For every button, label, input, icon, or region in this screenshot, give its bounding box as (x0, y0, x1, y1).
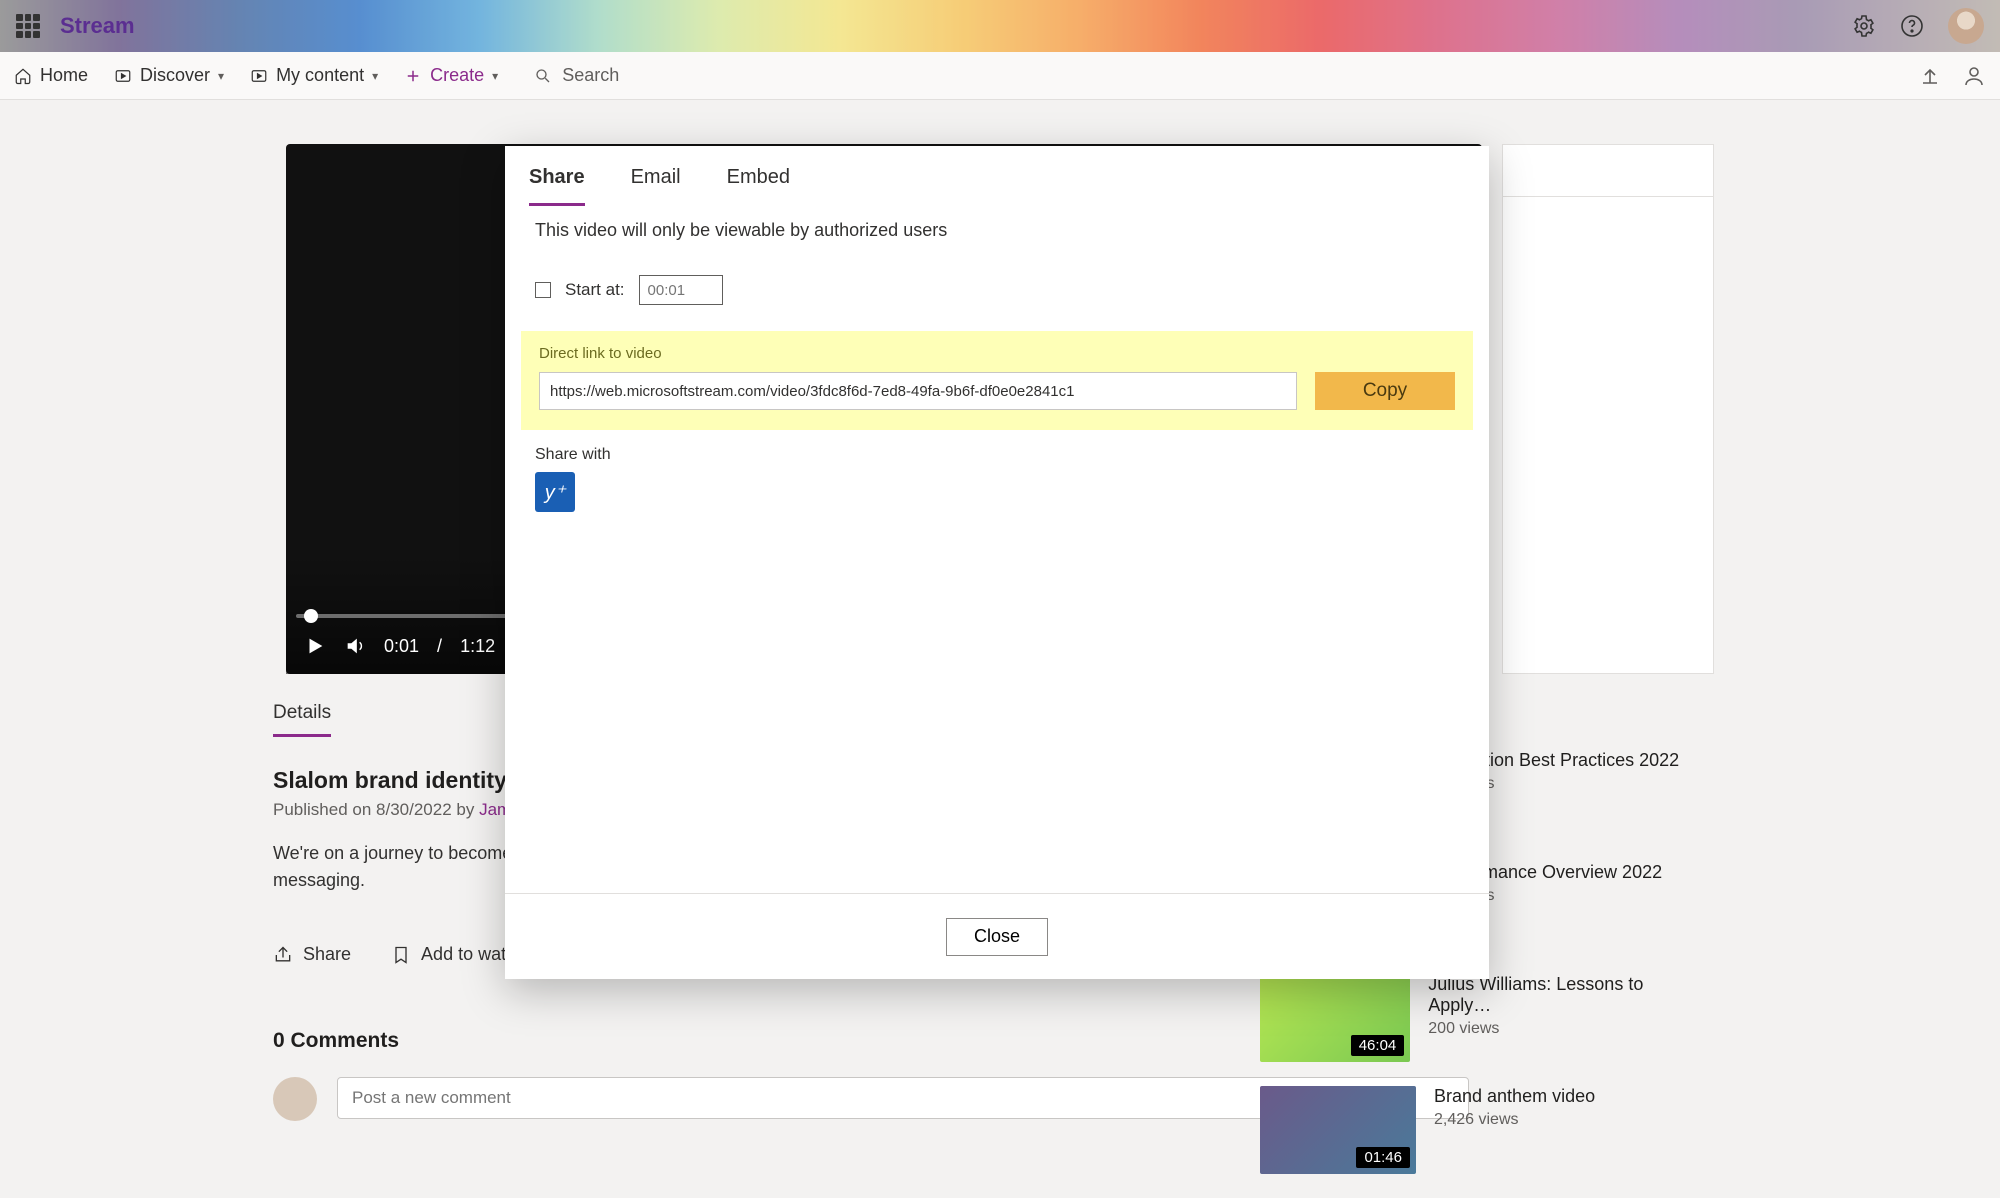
avatar[interactable] (1948, 8, 1984, 44)
thumbnail: 01:46 (1260, 1086, 1416, 1174)
search-icon (534, 67, 552, 85)
related-item[interactable]: 01:46 Brand anthem video 2,426 views (1260, 1086, 1700, 1174)
tab-email[interactable]: Email (631, 166, 681, 206)
gear-icon[interactable] (1852, 14, 1876, 38)
avatar (273, 1077, 317, 1121)
app-banner: Stream (0, 0, 2000, 52)
play-box-icon (114, 67, 132, 85)
related-item[interactable]: 46:04 Julius Williams: Lessons to Apply…… (1260, 974, 1700, 1062)
app-launcher-icon[interactable] (16, 14, 40, 38)
transcript-pane (1502, 144, 1714, 674)
volume-icon[interactable] (344, 635, 366, 657)
time-sep: / (437, 636, 442, 657)
startat-label: Start at: (565, 280, 625, 300)
startat-input[interactable] (639, 275, 723, 305)
share-notice: This video will only be viewable by auth… (535, 220, 1459, 241)
chevron-down-icon: ▾ (218, 69, 224, 83)
nav-discover-label: Discover (140, 65, 210, 86)
nav-mycontent-label: My content (276, 65, 364, 86)
share-dialog: Share Email Embed This video will only b… (505, 146, 1489, 979)
thumbnail: 46:04 (1260, 974, 1410, 1062)
brand-name[interactable]: Stream (60, 13, 135, 39)
tab-details[interactable]: Details (273, 702, 331, 737)
tab-embed[interactable]: Embed (727, 166, 790, 206)
tab-share[interactable]: Share (529, 166, 585, 206)
share-button[interactable]: Share (273, 944, 351, 965)
sharewith-label: Share with (535, 446, 1459, 464)
nav-create-label: Create (430, 65, 484, 86)
upload-icon[interactable] (1918, 64, 1942, 88)
play-icon[interactable] (304, 635, 326, 657)
chevron-down-icon: ▾ (492, 69, 498, 83)
link-block: Direct link to video Copy (521, 331, 1473, 430)
startat-checkbox[interactable] (535, 282, 551, 298)
nav-discover[interactable]: Discover ▾ (114, 65, 224, 86)
nav-create[interactable]: Create ▾ (404, 65, 498, 86)
nav-home[interactable]: Home (14, 65, 88, 86)
time-current: 0:01 (384, 636, 419, 657)
copy-button[interactable]: Copy (1315, 372, 1455, 410)
yammer-icon[interactable]: y⁺ (535, 472, 575, 512)
nav-bar: Home Discover ▾ My content ▾ Create ▾ Se… (0, 52, 2000, 100)
link-input[interactable] (539, 372, 1297, 410)
help-icon[interactable] (1900, 14, 1924, 38)
play-box-icon (250, 67, 268, 85)
person-icon[interactable] (1962, 64, 1986, 88)
time-total: 1:12 (460, 636, 495, 657)
bookmark-icon (391, 945, 411, 965)
link-label: Direct link to video (539, 345, 1455, 362)
close-button[interactable]: Close (946, 918, 1048, 956)
plus-icon (404, 67, 422, 85)
search-input[interactable]: Search (534, 65, 619, 86)
share-icon (273, 945, 293, 965)
nav-home-label: Home (40, 65, 88, 86)
home-icon (14, 67, 32, 85)
chevron-down-icon: ▾ (372, 69, 378, 83)
search-placeholder: Search (562, 65, 619, 86)
nav-mycontent[interactable]: My content ▾ (250, 65, 378, 86)
